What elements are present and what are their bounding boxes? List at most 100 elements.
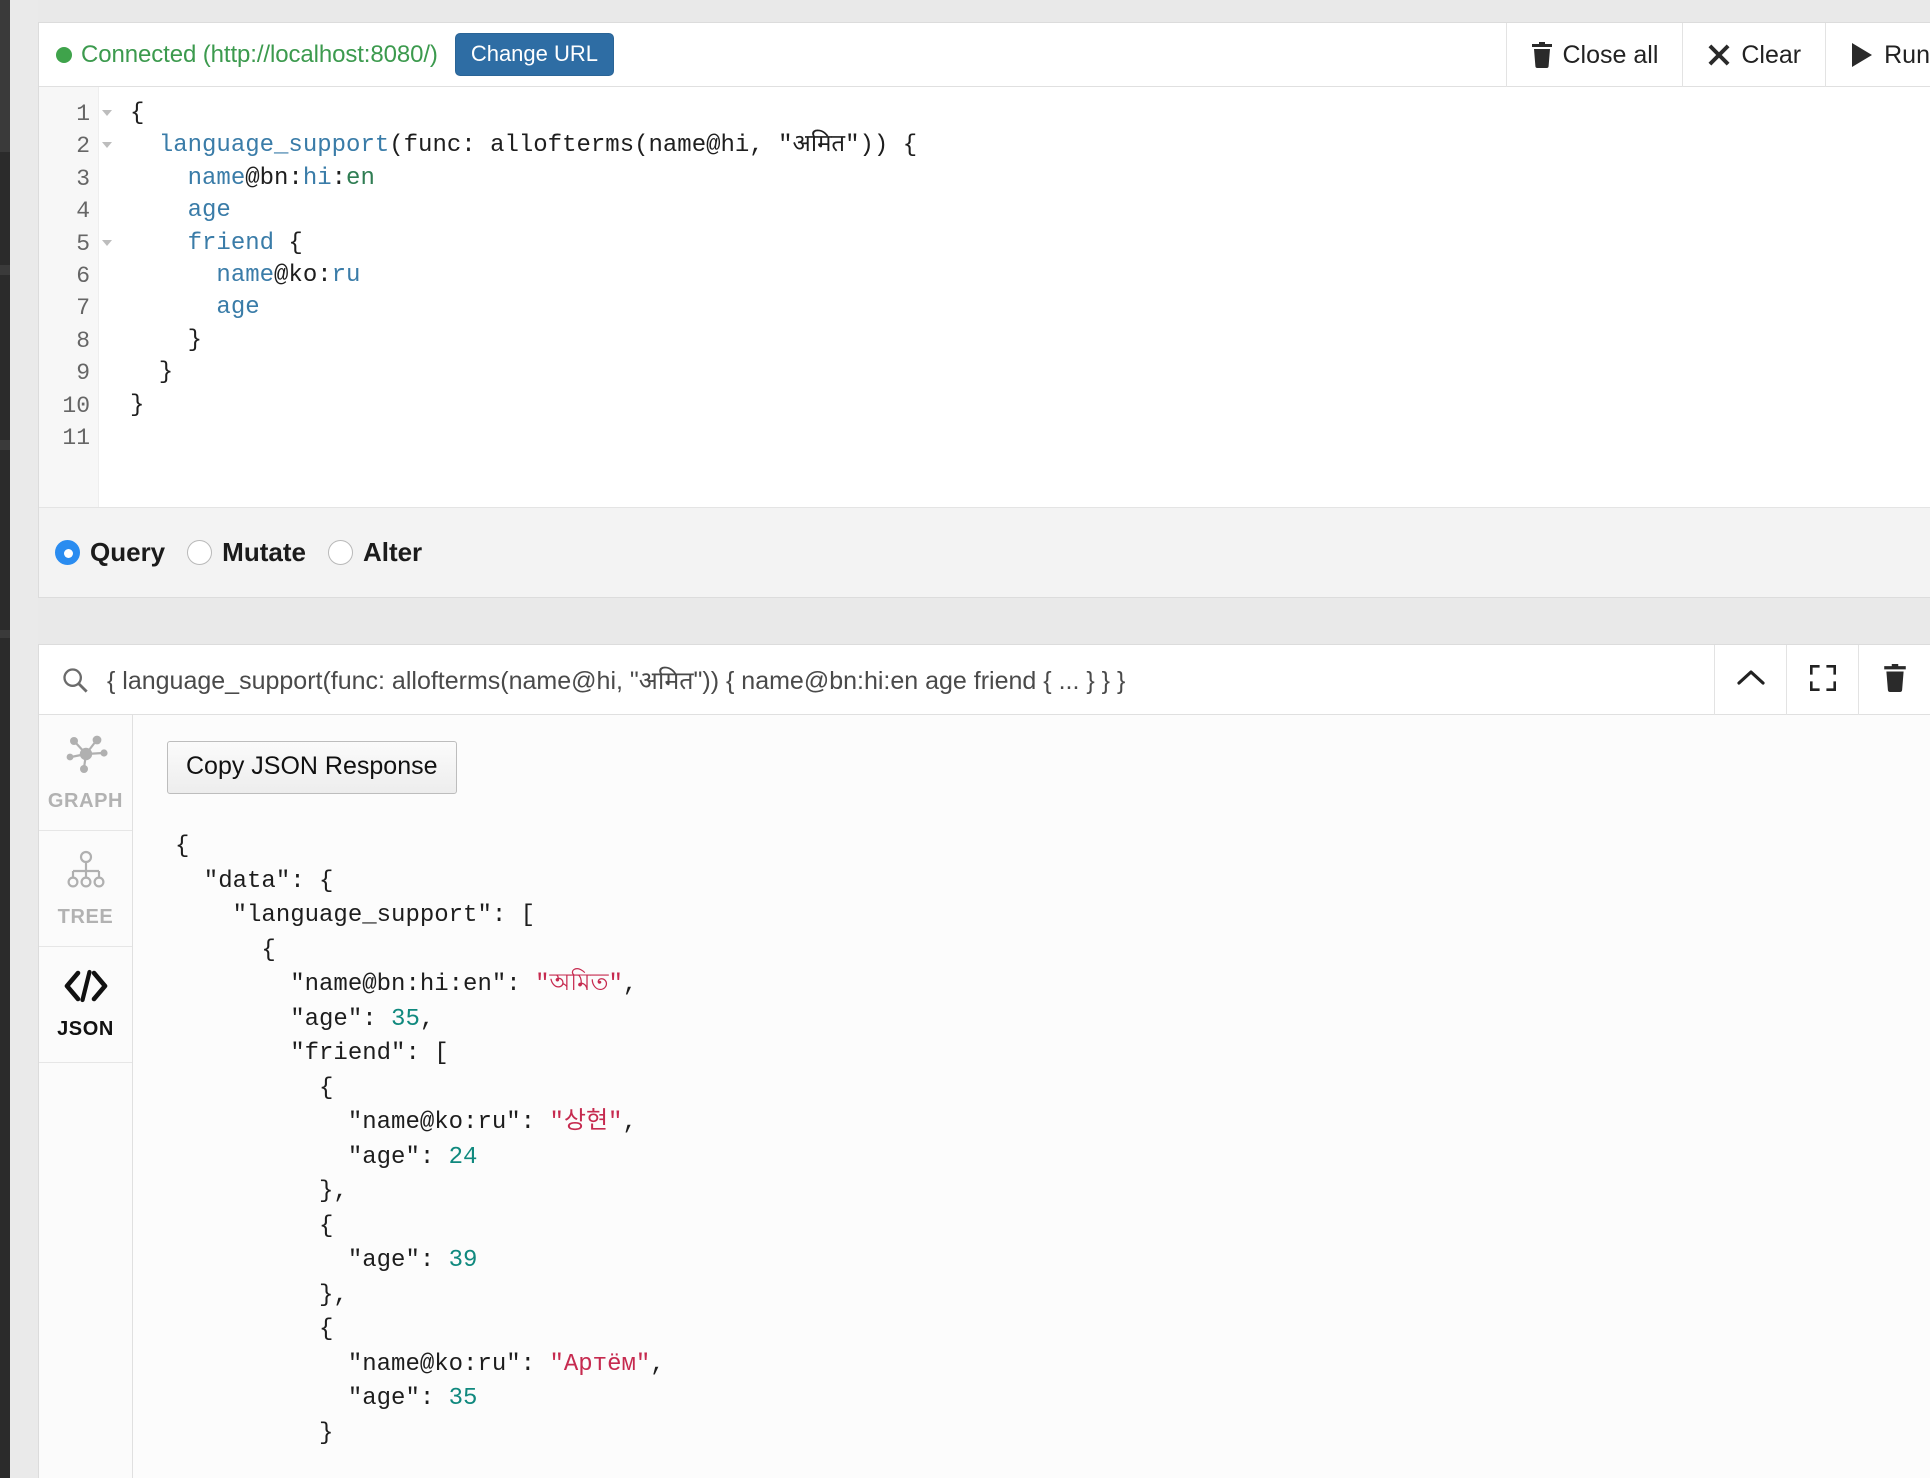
copy-json-response-button[interactable]: Copy JSON Response: [167, 741, 457, 794]
code-token: name: [216, 261, 275, 289]
json-token: 24: [448, 1143, 478, 1171]
result-body: GRAPH TREE JSON Copy JSON Response {"da…: [39, 715, 1930, 1478]
tab-graph-label: GRAPH: [47, 789, 124, 812]
fold-caret-icon[interactable]: [102, 110, 112, 116]
code-line: }: [130, 325, 1930, 357]
code-editor[interactable]: 1 2 3 4 5 6 7 8 9 10 11 { language_support(func: a…: [39, 87, 1930, 507]
line-number: 2: [39, 130, 112, 162]
fold-caret-icon[interactable]: [102, 142, 112, 149]
radio-button[interactable]: [187, 540, 213, 565]
json-line: {: [175, 1210, 1930, 1245]
search-icon: [61, 666, 89, 694]
mode-option-mutate[interactable]: Mutate: [187, 537, 306, 568]
close-all-button[interactable]: Close all: [1505, 23, 1683, 87]
line-number: 8: [76, 327, 90, 354]
code-token: @ko:: [274, 261, 332, 289]
json-token: "상현": [549, 1109, 623, 1136]
connection-status-label: Connected (http://localhost:8080/): [81, 40, 438, 68]
json-token: 39: [448, 1247, 478, 1274]
code-token: :: [331, 164, 347, 192]
json-line: {: [175, 934, 1930, 969]
json-token: },: [175, 1178, 348, 1205]
fullscreen-button[interactable]: [1786, 645, 1858, 715]
json-token: }: [175, 1419, 334, 1447]
tab-tree-label: TREE: [57, 905, 114, 928]
json-response-pane: Copy JSON Response { "data": { "language…: [133, 715, 1930, 1478]
code-line: {: [130, 98, 1930, 130]
change-url-button[interactable]: Change URL: [454, 33, 615, 76]
clear-button[interactable]: Clear: [1682, 23, 1825, 87]
code-line: friend {: [130, 228, 1930, 260]
json-token: "friend": [: [175, 1040, 449, 1067]
code-token: }: [130, 391, 145, 419]
json-token: "language_support": [: [175, 902, 536, 929]
trash-icon: [1531, 42, 1553, 69]
tab-graph[interactable]: GRAPH: [39, 715, 132, 831]
json-line: {: [175, 830, 1930, 865]
fold-caret-icon[interactable]: [102, 239, 112, 246]
json-token: ,: [650, 1350, 665, 1378]
json-token: "data": {: [175, 867, 334, 895]
json-line: "age": 24: [175, 1141, 1930, 1176]
code-content[interactable]: { language_support(func: allofterms(name…: [99, 87, 1930, 507]
result-panel: { language_support(func: allofterms(name…: [38, 644, 1930, 1478]
result-header: { language_support(func: allofterms(name…: [39, 645, 1930, 715]
json-line: {: [175, 1313, 1930, 1348]
play-icon: [1850, 42, 1874, 68]
mode-option-label: Alter: [362, 537, 423, 567]
json-token: "age":: [175, 1143, 449, 1171]
query-summary-text: { language_support(func: allofterms(name…: [107, 666, 1126, 695]
editor-toolbar: Connected (http://localhost:8080/) Chang…: [39, 23, 1930, 87]
json-line: }: [175, 1417, 1930, 1452]
code-token: language_support: [158, 132, 390, 160]
code-token: {: [130, 100, 145, 127]
clear-label: Clear: [1741, 40, 1802, 69]
code-token: @bn:: [245, 164, 303, 192]
json-token: {: [175, 1074, 334, 1102]
graph-nodes-icon: [63, 733, 109, 780]
delete-button[interactable]: [1858, 645, 1930, 715]
query-editor-panel: Connected (http://localhost:8080/) Chang…: [38, 22, 1930, 598]
code-token: age: [216, 294, 260, 322]
json-token: 35: [448, 1385, 478, 1412]
json-line: "age": 35: [175, 1382, 1930, 1417]
json-token: "age":: [175, 1247, 449, 1274]
json-token: {: [175, 833, 190, 860]
code-token: age: [187, 197, 231, 225]
code-token: name: [187, 164, 246, 192]
code-line: language_support(func: allofterms(name@h…: [130, 130, 1930, 162]
tab-tree[interactable]: TREE: [39, 831, 132, 947]
json-token: "age":: [175, 1385, 449, 1412]
code-token: ru: [331, 261, 361, 289]
code-token: }: [130, 326, 203, 354]
run-button[interactable]: Run: [1825, 23, 1930, 87]
line-number: 10: [62, 392, 90, 419]
radio-button[interactable]: [55, 540, 80, 565]
collapse-button[interactable]: [1714, 645, 1786, 715]
code-line: name@ko:ru: [130, 260, 1930, 292]
rail-segment: [0, 265, 10, 275]
json-token: ,: [419, 1005, 435, 1033]
json-token: ,: [622, 1109, 637, 1136]
close-all-label: Close all: [1562, 40, 1659, 69]
json-token: "age":: [175, 1005, 392, 1033]
tree-hierarchy-icon: [63, 849, 109, 896]
code-token: }: [130, 359, 174, 387]
radio-button[interactable]: [327, 540, 353, 565]
mode-option-query[interactable]: Query: [55, 537, 165, 568]
tab-json-label: JSON: [57, 1017, 114, 1040]
mode-option-alter[interactable]: Alter: [327, 537, 423, 568]
tab-json[interactable]: JSON: [39, 947, 132, 1063]
json-token: },: [175, 1281, 348, 1309]
json-token: "অমিত": [535, 971, 623, 998]
result-view-tabs: GRAPH TREE JSON: [39, 715, 133, 1478]
code-token: hi: [302, 164, 332, 192]
line-number-gutter: 1 2 3 4 5 6 7 8 9 10 11: [39, 87, 112, 507]
app-root: Connected (http://localhost:8080/) Chang…: [0, 0, 1930, 1478]
json-token: 35: [391, 1005, 420, 1033]
